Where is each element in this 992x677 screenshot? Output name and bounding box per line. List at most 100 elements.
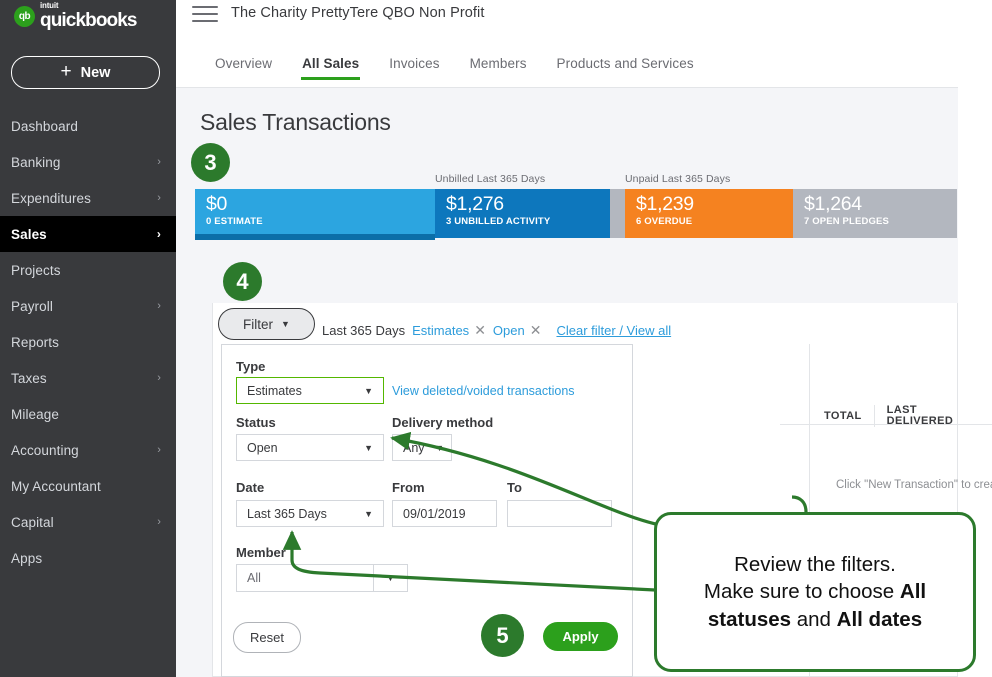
top-bar: The Charity PrettyTere QBO Non Profit Ov… — [176, 0, 958, 88]
status-select[interactable]: Open ▼ — [236, 434, 384, 461]
money-bar-sublabel: 3 UNBILLED ACTIVITY — [446, 216, 551, 228]
chevron-down-icon: ▼ — [435, 442, 444, 453]
step-badge-4-number: 4 — [236, 268, 249, 294]
empty-state-message: Click "New Transaction" to create a new … — [836, 479, 992, 491]
chevron-down-icon[interactable]: ▼ — [373, 565, 407, 591]
sidebar-item-payroll[interactable]: Payroll › — [0, 288, 176, 324]
from-date-value: 09/01/2019 — [403, 506, 466, 521]
money-bar-gap — [610, 189, 625, 238]
money-bar-amount: $1,276 — [446, 193, 504, 215]
page-title: Sales Transactions — [200, 109, 391, 135]
from-date-input[interactable]: 09/01/2019 — [392, 500, 497, 527]
date-range-value: Last 365 Days — [247, 506, 327, 521]
sidebar-item-label: Accounting — [11, 442, 79, 458]
money-bar-sublabel: 7 OPEN PLEDGES — [804, 216, 889, 228]
sidebar-item-dashboard[interactable]: Dashboard — [0, 108, 176, 144]
filter-chip-estimates[interactable]: Estimates — [412, 323, 469, 338]
sidebar-item-label: Expenditures — [11, 190, 91, 206]
callout-line-3c: All dates — [836, 607, 923, 631]
filter-button[interactable]: Filter ▼ — [218, 308, 315, 340]
sidebar-item-reports[interactable]: Reports — [0, 324, 176, 360]
money-bar-tile-2[interactable]: $1,276 3 UNBILLED ACTIVITY — [435, 189, 610, 238]
tab-invoices[interactable]: Invoices — [374, 56, 454, 80]
quickbooks-screen: intuit quickbooks + New Dashboard Banking… — [0, 0, 992, 677]
sidebar-item-expenditures[interactable]: Expenditures › — [0, 180, 176, 216]
reset-button[interactable]: Reset — [233, 622, 301, 653]
sidebar-item-label: Apps — [11, 550, 43, 566]
money-bar-tile-4[interactable]: $1,264 7 OPEN PLEDGES — [793, 189, 957, 238]
filter-chip-open[interactable]: Open — [493, 323, 525, 338]
sidebar-item-label: Capital — [11, 514, 54, 530]
sidebar-item-apps[interactable]: Apps — [0, 540, 176, 576]
member-select[interactable]: All ▼ — [236, 564, 408, 592]
type-label: Type — [236, 359, 266, 374]
instruction-callout: Review the filters. Make sure to choose … — [654, 512, 976, 672]
tab-overview[interactable]: Overview — [200, 56, 287, 80]
brand-intuit-label: intuit — [40, 1, 59, 10]
money-bar-tile-1[interactable]: $0 0 ESTIMATE — [195, 189, 435, 234]
money-bar-sublabel: 0 ESTIMATE — [206, 216, 263, 228]
chevron-right-icon: › — [157, 192, 161, 204]
sidebar-item-label: My Accountant — [11, 478, 101, 494]
active-filter-chips: Last 365 Days Estimates ✕ Open ✕ Clear filter… — [322, 322, 671, 339]
table-header-total[interactable]: TOTAL — [812, 410, 874, 422]
sidebar-item-banking[interactable]: Banking › — [0, 144, 176, 180]
apply-button-label: Apply — [562, 629, 599, 644]
delivery-method-label: Delivery method — [392, 415, 494, 430]
type-select-value: Estimates — [247, 383, 302, 398]
quickbooks-logo-icon — [14, 5, 35, 27]
money-bar-tile-3[interactable]: $1,239 6 OVERDUE — [625, 189, 793, 238]
date-range-select[interactable]: Last 365 Days ▼ — [236, 500, 384, 527]
sidebar-item-label: Reports — [11, 334, 59, 350]
sidebar-item-sales[interactable]: Sales › — [0, 216, 176, 252]
new-button[interactable]: + New — [11, 56, 160, 89]
sidebar-item-accounting[interactable]: Accounting › — [0, 432, 176, 468]
status-select-value: Open — [247, 440, 278, 455]
brand-logo: intuit quickbooks — [14, 2, 137, 30]
sidebar-item-projects[interactable]: Projects — [0, 252, 176, 288]
sidebar-item-label: Dashboard — [11, 118, 78, 134]
hamburger-menu-icon[interactable] — [192, 6, 218, 26]
money-bar-amount: $1,239 — [636, 193, 694, 215]
clear-filter-link[interactable]: Clear filter / View all — [556, 323, 671, 338]
sidebar-item-label: Sales — [11, 226, 47, 242]
plus-icon: + — [60, 61, 72, 82]
money-bar-amount: $0 — [206, 193, 228, 215]
view-deleted-transactions-link[interactable]: View deleted/voided transactions — [392, 384, 575, 398]
date-label: Date — [236, 480, 265, 495]
brand-quickbooks-label: quickbooks — [40, 10, 137, 31]
apply-button[interactable]: Apply — [543, 622, 618, 651]
callout-line-2b: All — [899, 580, 927, 604]
step-badge-5-number: 5 — [496, 622, 509, 648]
tab-all-sales[interactable]: All Sales — [287, 56, 374, 80]
callout-line-3b: and — [791, 607, 837, 631]
sidebar-item-label: Mileage — [11, 406, 59, 422]
sidebar-item-my-accountant[interactable]: My Accountant — [0, 468, 176, 504]
table-header-divider — [780, 424, 992, 425]
from-label: From — [392, 480, 425, 495]
step-badge-3: 3 — [191, 143, 230, 182]
money-bar-accent-underline — [195, 234, 435, 240]
filter-chip-last-365-days: Last 365 Days — [322, 323, 406, 338]
tab-products-and-services[interactable]: Products and Services — [542, 56, 709, 80]
close-icon[interactable]: ✕ — [530, 322, 542, 339]
sidebar-item-capital[interactable]: Capital › — [0, 504, 176, 540]
sidebar: intuit quickbooks + New Dashboard Banking… — [0, 0, 176, 677]
tab-members[interactable]: Members — [455, 56, 542, 80]
chevron-down-icon: ▼ — [281, 319, 290, 329]
tab-bar: Overview All Sales Invoices Members Products… — [200, 56, 709, 80]
to-date-input[interactable] — [507, 500, 612, 527]
step-badge-5: 5 — [481, 614, 524, 657]
sidebar-item-taxes[interactable]: Taxes › — [0, 360, 176, 396]
sidebar-item-mileage[interactable]: Mileage — [0, 396, 176, 432]
delivery-method-select[interactable]: Any ▼ — [392, 434, 452, 461]
reset-button-label: Reset — [250, 630, 284, 645]
close-icon[interactable]: ✕ — [474, 322, 486, 339]
sidebar-item-label: Banking — [11, 154, 61, 170]
new-button-label: New — [80, 64, 111, 81]
type-select[interactable]: Estimates ▼ — [236, 377, 384, 404]
chevron-right-icon: › — [157, 516, 161, 528]
callout-line-1: Review the filters. — [734, 553, 896, 577]
chevron-right-icon: › — [157, 300, 161, 312]
delivery-method-value: Any — [403, 440, 425, 455]
